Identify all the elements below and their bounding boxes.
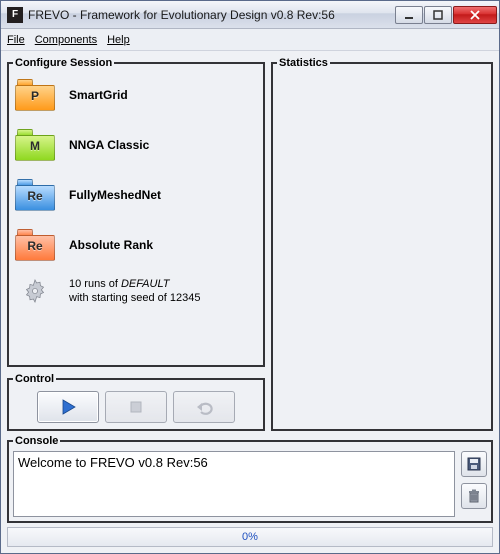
stop-button[interactable] xyxy=(105,391,167,423)
save-console-button[interactable] xyxy=(461,451,487,477)
session-item-label: SmartGrid xyxy=(69,88,128,102)
control-panel: Control xyxy=(7,373,265,431)
configure-session-title: Configure Session xyxy=(13,57,114,69)
play-button[interactable] xyxy=(37,391,99,423)
content-area: Configure Session P SmartGrid M xyxy=(1,51,499,553)
session-item-label: NNGA Classic xyxy=(69,138,149,152)
folder-icon: Re xyxy=(15,229,55,261)
minimize-button[interactable] xyxy=(395,6,423,24)
window-title: FREVO - Framework for Evolutionary Desig… xyxy=(28,8,395,22)
session-item-ranking[interactable]: Re Absolute Rank xyxy=(13,223,259,273)
control-title: Control xyxy=(13,373,56,385)
undo-button[interactable] xyxy=(173,391,235,423)
progress-bar: 0% xyxy=(7,527,493,547)
window-controls xyxy=(395,6,497,24)
console-panel: Console Welcome to FREVO v0.8 Rev:56 xyxy=(7,435,493,523)
app-window: F FREVO - Framework for Evolutionary Des… xyxy=(0,0,500,554)
statistics-panel: Statistics xyxy=(271,57,493,431)
console-title: Console xyxy=(13,435,60,447)
maximize-button[interactable] xyxy=(424,6,452,24)
menubar: File Components Help xyxy=(1,29,499,51)
configure-session-panel: Configure Session P SmartGrid M xyxy=(7,57,265,367)
session-item-method[interactable]: M NNGA Classic xyxy=(13,123,259,173)
titlebar[interactable]: F FREVO - Framework for Evolutionary Des… xyxy=(1,1,499,29)
save-icon xyxy=(466,456,482,472)
runs-text: 10 runs of DEFAULT with starting seed of… xyxy=(69,277,200,305)
menu-components[interactable]: Components xyxy=(35,34,97,46)
statistics-title: Statistics xyxy=(277,57,330,69)
console-output[interactable]: Welcome to FREVO v0.8 Rev:56 xyxy=(13,451,455,517)
progress-text: 0% xyxy=(242,531,258,543)
clear-console-button[interactable] xyxy=(461,483,487,509)
menu-file[interactable]: File xyxy=(7,34,25,46)
session-item-label: FullyMeshedNet xyxy=(69,188,161,202)
gear-icon xyxy=(15,277,55,305)
menu-help[interactable]: Help xyxy=(107,34,130,46)
session-runs[interactable]: 10 runs of DEFAULT with starting seed of… xyxy=(13,273,259,309)
folder-icon: Re xyxy=(15,179,55,211)
close-button[interactable] xyxy=(453,6,497,24)
session-item-representation[interactable]: Re FullyMeshedNet xyxy=(13,173,259,223)
trash-icon xyxy=(466,488,482,504)
folder-icon: P xyxy=(15,79,55,111)
session-item-problem[interactable]: P SmartGrid xyxy=(13,73,259,123)
folder-icon: M xyxy=(15,129,55,161)
app-icon: F xyxy=(7,7,23,23)
session-item-label: Absolute Rank xyxy=(69,238,153,252)
